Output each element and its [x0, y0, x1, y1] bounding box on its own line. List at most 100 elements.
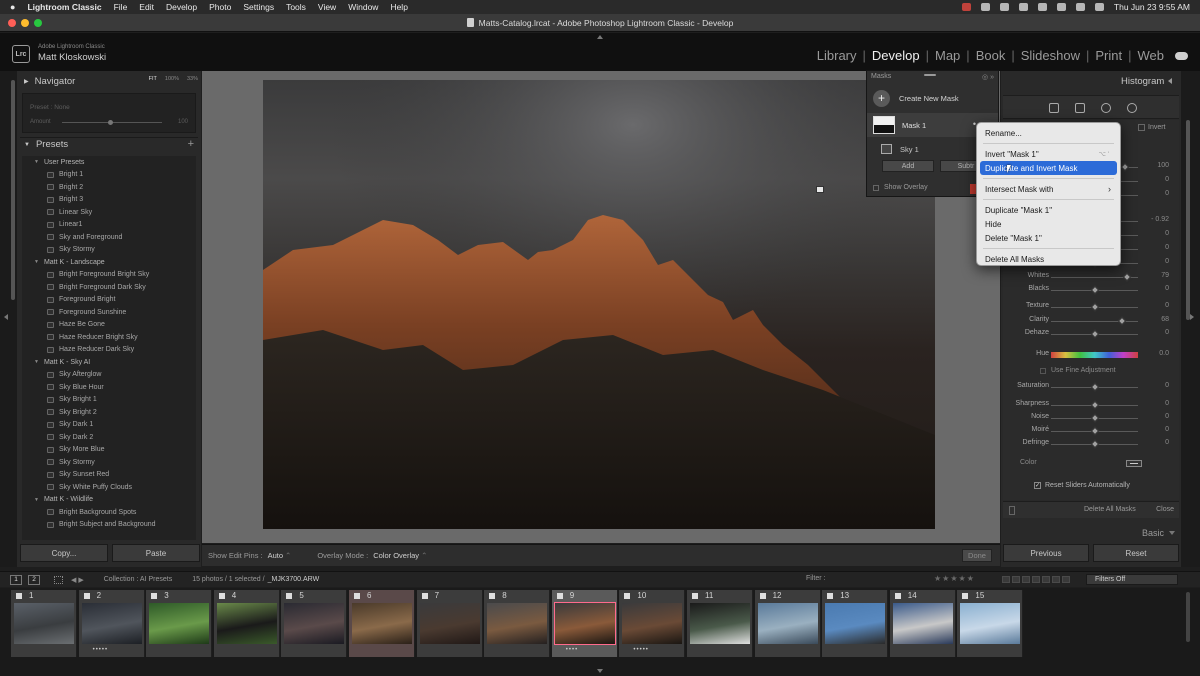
slider-value[interactable]: 0	[1165, 176, 1169, 183]
slider-value[interactable]: 0	[1165, 439, 1169, 446]
adjustment-slider[interactable]: Whites 79	[1003, 272, 1179, 282]
hue-gradient-track[interactable]	[1051, 352, 1138, 358]
play-icon[interactable]	[1018, 3, 1028, 11]
color-filter-swatch[interactable]	[1052, 576, 1060, 583]
menu-window[interactable]: Window	[348, 2, 378, 12]
preset-item[interactable]: Bright Background Spots	[22, 506, 196, 519]
group-collapse-icon[interactable]: ▼	[34, 497, 39, 503]
preset-item[interactable]: Bright Subject and Background	[22, 519, 196, 532]
group-collapse-icon[interactable]: ▼	[34, 259, 39, 265]
module-library[interactable]: Library	[811, 48, 863, 63]
preset-item[interactable]: Linear Sky	[22, 206, 196, 219]
slider-value[interactable]: 79	[1161, 272, 1169, 279]
close-masks-button[interactable]: Close	[1156, 506, 1174, 513]
rating-filter-stars-icon[interactable]: ★★★★★	[934, 574, 975, 583]
filmstrip-thumbnail[interactable]	[757, 603, 818, 644]
filmstrip-cell[interactable]: 9 ••••	[551, 590, 618, 657]
slider-value[interactable]: 0	[1165, 244, 1169, 251]
top-panel-toggle-icon[interactable]	[597, 35, 603, 39]
context-menu-item[interactable]: Rename...	[980, 126, 1117, 140]
overlay-mode-select[interactable]: Color Overlay ⌃	[373, 551, 427, 560]
reset-sliders-row[interactable]: ✓ Reset Sliders Automatically	[1034, 482, 1130, 489]
pick-flag-icon[interactable]	[624, 593, 631, 599]
preset-item[interactable]: Haze Reducer Dark Sky	[22, 344, 196, 357]
fine-adjustment-row[interactable]: Use Fine Adjustment	[1040, 367, 1116, 374]
preset-group[interactable]: ▼ Matt K - Sky AI	[22, 356, 196, 369]
module-slideshow[interactable]: Slideshow	[1015, 48, 1086, 63]
group-collapse-icon[interactable]: ▼	[34, 359, 39, 365]
slider-value[interactable]: 100	[1157, 162, 1169, 169]
preset-item[interactable]: Sky Dark 1	[22, 419, 196, 432]
filmstrip-thumbnail[interactable]	[892, 603, 953, 644]
menu-edit[interactable]: Edit	[139, 2, 154, 12]
show-overlay-row[interactable]: Show Overlay	[873, 184, 928, 191]
context-menu-item[interactable]: Delete "Mask 1"	[980, 231, 1117, 245]
siri-icon[interactable]	[1094, 3, 1104, 11]
slider-knob[interactable]	[1090, 382, 1099, 392]
minimize-window-button[interactable]	[21, 19, 29, 27]
module-map[interactable]: Map	[929, 48, 966, 63]
zoom-33[interactable]: 33%	[187, 76, 198, 82]
preset-item[interactable]: Bright Foreground Bright Sky	[22, 269, 196, 282]
wifi-icon[interactable]	[1056, 3, 1066, 11]
menu-develop[interactable]: Develop	[166, 2, 197, 12]
filmstrip-thumbnail[interactable]	[419, 603, 480, 644]
filmstrip-cell[interactable]: 7	[416, 590, 483, 657]
preset-item[interactable]: Sky Sunset Red	[22, 469, 196, 482]
plus-icon[interactable]: +	[873, 89, 890, 107]
right-panel-scrollbar[interactable]	[1186, 120, 1190, 320]
zoom-fit[interactable]: FIT	[149, 76, 157, 82]
masking-icon[interactable]	[1127, 103, 1137, 113]
add-mask-button[interactable]: Add	[882, 160, 934, 172]
histogram-collapse-icon[interactable]	[1168, 78, 1172, 84]
pick-flag-icon[interactable]	[556, 593, 563, 599]
adjustment-slider[interactable]: Clarity 68	[1003, 316, 1179, 326]
cloud-sync-icon[interactable]	[1175, 52, 1188, 60]
preset-item[interactable]: Bright 3	[22, 194, 196, 207]
slider-knob[interactable]	[1090, 400, 1099, 410]
masks-panel-controls-icon[interactable]: ◎ »	[982, 73, 994, 81]
panel-grip-icon[interactable]	[924, 74, 936, 76]
preset-item[interactable]: Haze Be Gone	[22, 319, 196, 332]
preset-item[interactable]: Sky Bright 1	[22, 394, 196, 407]
healing-brush-icon[interactable]	[1075, 103, 1085, 113]
slider-value[interactable]: 0	[1165, 382, 1169, 389]
filmstrip-cell[interactable]: 13	[822, 590, 889, 657]
right-panel-edge[interactable]	[1181, 71, 1200, 567]
filmstrip-cell[interactable]: 4	[213, 590, 280, 657]
pick-flag-icon[interactable]	[354, 593, 360, 599]
filmstrip-cell[interactable]: 2 •••••	[78, 590, 145, 657]
color-filter-swatch[interactable]	[1062, 576, 1070, 583]
secondary-window-button[interactable]: 2	[28, 574, 40, 585]
close-window-button[interactable]	[8, 19, 16, 27]
collection-source[interactable]: Collection : AI Presets	[104, 576, 172, 583]
color-filter-swatch[interactable]	[1032, 576, 1040, 583]
preset-group[interactable]: ▼ Matt K - Wildlife	[22, 494, 196, 507]
left-panel-scrollbar[interactable]	[11, 80, 15, 300]
menu-tools[interactable]: Tools	[286, 2, 306, 12]
slider-value[interactable]: - 0.92	[1151, 216, 1169, 223]
filmstrip-cell[interactable]: 3	[146, 590, 213, 657]
adjustment-slider[interactable]: Texture 0	[1003, 302, 1179, 312]
zoom-100[interactable]: 100%	[165, 76, 179, 82]
preset-item[interactable]: Sky Blue Hour	[22, 381, 196, 394]
module-book[interactable]: Book	[970, 48, 1012, 63]
menu-app-name[interactable]: Lightroom Classic	[27, 2, 101, 12]
filmstrip-thumbnail[interactable]	[352, 603, 412, 644]
preset-item[interactable]: Linear1	[22, 219, 196, 232]
filmstrip-thumbnail[interactable]	[553, 602, 616, 645]
pick-flag-icon[interactable]	[286, 593, 293, 599]
context-menu-item[interactable]: Duplicate and Invert Mask	[980, 161, 1117, 175]
adjustment-slider[interactable]: Defringe 0	[1003, 439, 1179, 449]
filters-off-select[interactable]: Filters Off	[1086, 574, 1178, 585]
pick-flag-icon[interactable]	[692, 593, 698, 599]
pick-flag-icon[interactable]	[827, 593, 834, 599]
pick-flag-icon[interactable]	[16, 593, 22, 599]
main-photo[interactable]	[263, 80, 935, 529]
module-print[interactable]: Print	[1089, 48, 1128, 63]
preset-group[interactable]: ▼ User Presets	[22, 156, 196, 169]
filmstrip-thumbnail[interactable]	[487, 603, 548, 644]
filmstrip-thumbnail[interactable]	[149, 603, 210, 644]
status-app-icon[interactable]	[961, 3, 971, 11]
module-web[interactable]: Web	[1132, 48, 1171, 63]
